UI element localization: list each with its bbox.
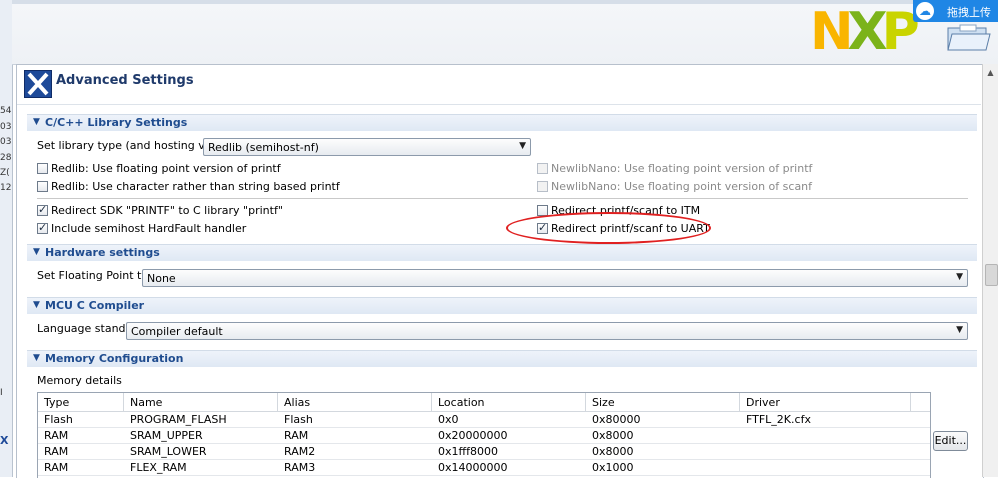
section-hardware-settings[interactable]: ▼ Hardware settings xyxy=(27,244,977,261)
header-divider xyxy=(17,104,981,105)
options-divider xyxy=(37,198,968,199)
cell-location: 0x1fff8000 xyxy=(438,445,498,458)
section-title: C/C++ Library Settings xyxy=(45,116,188,129)
library-type-value: Redlib (semihost-nf) xyxy=(208,141,319,154)
collapse-triangle-icon[interactable]: ▼ xyxy=(33,353,40,363)
chevron-down-icon: ▼ xyxy=(956,325,963,335)
section-memory-configuration[interactable]: ▼ Memory Configuration xyxy=(27,350,977,367)
newlibnano-fp-printf-checkbox[interactable] xyxy=(537,163,548,174)
cell-name: SRAM_UPPER xyxy=(130,429,203,442)
cell-location: 0x20000000 xyxy=(438,429,508,442)
column-header-filler xyxy=(911,393,930,412)
cloud-icon: ☁ xyxy=(916,2,934,20)
scroll-thumb[interactable] xyxy=(985,264,998,286)
cell-size: 0x8000 xyxy=(592,445,634,458)
edit-button[interactable]: Edit... xyxy=(933,431,968,451)
edge-text: 28 xyxy=(0,153,12,163)
redlib-fp-printf-checkbox[interactable] xyxy=(37,163,48,174)
memory-table[interactable]: Type Name Alias Location Size Driver Fla… xyxy=(37,392,931,478)
cell-alias: RAM3 xyxy=(284,461,316,474)
section-title: Hardware settings xyxy=(45,246,160,259)
cell-size: 0x1000 xyxy=(592,461,634,474)
section-title: MCU C Compiler xyxy=(45,299,145,312)
page-title: Advanced Settings xyxy=(56,73,194,88)
cell-type: Flash xyxy=(44,413,73,426)
fp-type-value: None xyxy=(147,272,176,285)
language-standard-select[interactable]: Compiler default ▼ xyxy=(126,322,968,340)
newlibnano-fp-scanf-checkbox[interactable] xyxy=(537,181,548,192)
chevron-down-icon: ▼ xyxy=(956,272,963,282)
cell-alias: RAM xyxy=(284,429,309,442)
redirect-sdk-printf-checkbox[interactable] xyxy=(37,203,48,216)
redirect-sdk-printf-label: Redirect SDK "PRINTF" to C library "prin… xyxy=(51,204,283,217)
column-header-name[interactable]: Name xyxy=(124,393,278,412)
cell-name: FLEX_RAM xyxy=(130,461,187,474)
language-standard-value: Compiler default xyxy=(131,325,223,338)
edge-text: 03 xyxy=(0,122,12,132)
edge-text: Ι xyxy=(0,388,3,398)
vertical-scrollbar[interactable]: ▲ xyxy=(982,64,998,477)
folder-icon xyxy=(947,24,991,51)
newlibnano-fp-scanf-label: NewlibNano: Use floating point version o… xyxy=(551,180,813,193)
cell-name: SRAM_LOWER xyxy=(130,445,207,458)
table-row[interactable]: RAM SRAM_LOWER RAM2 0x1fff8000 0x8000 xyxy=(38,444,930,460)
chevron-down-icon: ▼ xyxy=(519,141,526,151)
x-logo-icon xyxy=(24,70,52,98)
cell-name: PROGRAM_FLASH xyxy=(130,413,227,426)
cell-size: 0x80000 xyxy=(592,413,641,426)
edge-text: Z( xyxy=(0,168,10,178)
edge-text: X xyxy=(0,434,9,447)
column-header-size[interactable]: Size xyxy=(586,393,740,412)
library-type-select[interactable]: Redlib (semihost-nf) ▼ xyxy=(203,138,531,156)
semihost-hardfault-checkbox[interactable] xyxy=(37,221,48,234)
edge-text: 03 xyxy=(0,137,12,147)
column-header-type[interactable]: Type xyxy=(38,393,124,412)
column-header-alias[interactable]: Alias xyxy=(278,393,432,412)
cell-driver: FTFL_2K.cfx xyxy=(746,413,811,426)
highlight-ellipse xyxy=(506,212,711,244)
panel-header: Advanced Settings xyxy=(17,65,983,105)
scroll-up-arrow-icon[interactable]: ▲ xyxy=(983,66,998,80)
table-row[interactable]: RAM SRAM_UPPER RAM 0x20000000 0x8000 xyxy=(38,428,930,444)
cell-type: RAM xyxy=(44,429,69,442)
semihost-hardfault-label: Include semihost HardFault handler xyxy=(51,222,247,235)
edge-text: 54 xyxy=(0,106,12,116)
upload-button[interactable]: ☁ 拖拽上传 xyxy=(913,0,998,22)
collapse-triangle-icon[interactable]: ▼ xyxy=(33,117,40,127)
section-title: Memory Configuration xyxy=(45,352,184,365)
cell-type: RAM xyxy=(44,461,69,474)
collapse-triangle-icon[interactable]: ▼ xyxy=(33,247,40,257)
upload-label: 拖拽上传 xyxy=(947,6,991,19)
background-window-edge: 54 03 03 28 Z( 12 Ι X xyxy=(0,0,13,477)
section-library-settings[interactable]: ▼ C/C++ Library Settings xyxy=(27,114,977,131)
cell-alias: Flash xyxy=(284,413,313,426)
edge-text: 12 xyxy=(0,183,12,193)
column-header-location[interactable]: Location xyxy=(432,393,586,412)
cell-location: 0x14000000 xyxy=(438,461,508,474)
table-row[interactable]: Flash PROGRAM_FLASH Flash 0x0 0x80000 FTFL_2K… xyxy=(38,412,930,428)
cell-size: 0x8000 xyxy=(592,429,634,442)
fp-type-select[interactable]: None ▼ xyxy=(142,269,968,287)
redlib-fp-printf-label: Redlib: Use floating point version of pr… xyxy=(51,162,281,175)
collapse-triangle-icon[interactable]: ▼ xyxy=(33,300,40,310)
column-header-driver[interactable]: Driver xyxy=(740,393,911,412)
redlib-char-printf-label: Redlib: Use character rather than string… xyxy=(51,180,340,193)
cell-type: RAM xyxy=(44,445,69,458)
memory-details-label: Memory details xyxy=(37,374,122,387)
cell-alias: RAM2 xyxy=(284,445,316,458)
redlib-char-printf-checkbox[interactable] xyxy=(37,181,48,192)
newlibnano-fp-printf-label: NewlibNano: Use floating point version o… xyxy=(551,162,813,175)
table-row[interactable]: RAM FLEX_RAM RAM3 0x14000000 0x1000 xyxy=(38,460,930,476)
cell-location: 0x0 xyxy=(438,413,459,426)
section-mcu-c-compiler[interactable]: ▼ MCU C Compiler xyxy=(27,297,977,314)
